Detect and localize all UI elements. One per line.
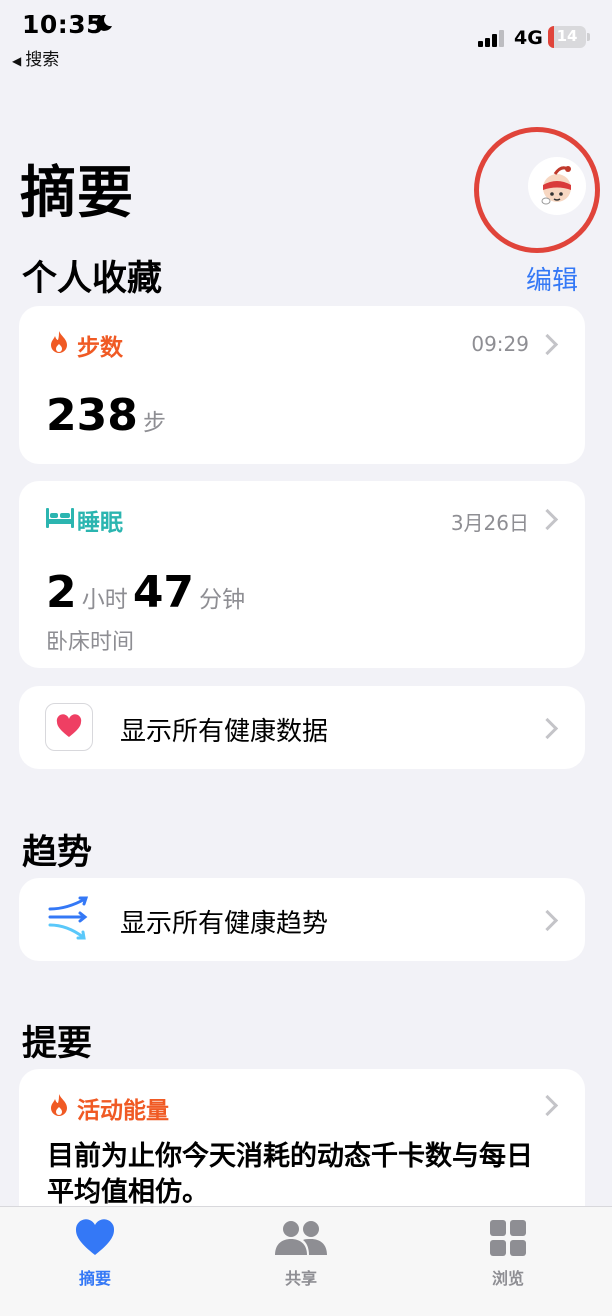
heart-fill-icon — [75, 1219, 115, 1255]
trends-section-title: 趋势 — [22, 833, 93, 873]
do-not-disturb-moon-icon — [96, 14, 112, 31]
heart-icon — [56, 714, 82, 737]
battery-percent: 14 — [556, 27, 578, 45]
profile-avatar[interactable] — [528, 157, 586, 215]
show-all-health-trends-row[interactable]: 显示所有健康趋势 — [19, 878, 585, 961]
chevron-right-icon — [536, 333, 559, 356]
chevron-right-icon — [536, 1094, 559, 1117]
battery-cap — [587, 33, 590, 41]
sleep-minutes: 47 — [132, 567, 195, 618]
show-all-health-data-label: 显示所有健康数据 — [120, 717, 329, 747]
activity-energy-label: 活动能量 — [77, 1098, 169, 1124]
favorites-section-title: 个人收藏 — [22, 259, 163, 299]
people-icon — [275, 1221, 327, 1255]
tab-browse[interactable]: 浏览 — [448, 1219, 568, 1289]
flame-icon — [51, 1094, 67, 1116]
trends-arrows-icon — [48, 896, 89, 940]
activity-energy-summary: 目前为止你今天消耗的动态千卡数与每日平均值相仿。 — [47, 1141, 533, 1208]
sleep-hours-unit: 小时 — [81, 587, 128, 613]
chevron-right-icon — [536, 508, 559, 531]
steps-unit: 步 — [142, 410, 166, 436]
network-type: 4G — [514, 27, 543, 49]
highlights-section-title: 提要 — [22, 1024, 93, 1064]
steps-card[interactable]: 步数 09:29 238 步 — [19, 306, 585, 464]
flame-icon — [51, 331, 67, 353]
avatar-character-icon — [541, 166, 571, 205]
grid-icon — [490, 1220, 526, 1256]
tab-summary-label: 摘要 — [78, 1269, 111, 1288]
steps-label: 步数 — [77, 335, 123, 361]
steps-value-row: 238 步 — [46, 390, 166, 441]
sleep-hours: 2 — [46, 567, 77, 618]
bed-icon — [46, 508, 74, 528]
page-title: 摘要 — [20, 161, 134, 226]
edit-button[interactable]: 编辑 — [526, 260, 578, 297]
chevron-right-icon — [536, 717, 559, 740]
sleep-card[interactable]: 睡眠 3月26日 2 小时 47 分钟 卧床时间 — [19, 481, 585, 668]
tab-browse-label: 浏览 — [491, 1269, 524, 1288]
battery-icon: 14 — [548, 26, 586, 48]
chevron-right-icon — [536, 909, 559, 932]
back-to-search-link[interactable]: ◀ 搜索 — [12, 45, 59, 70]
tab-sharing-label: 共享 — [284, 1269, 317, 1288]
tab-summary[interactable]: 摘要 — [35, 1219, 155, 1289]
sleep-caption: 卧床时间 — [46, 630, 135, 655]
back-label: 搜索 — [25, 50, 60, 70]
status-time: 10:35 — [22, 10, 105, 39]
health-app-icon — [45, 703, 93, 751]
steps-value: 238 — [46, 390, 138, 441]
tab-sharing[interactable]: 共享 — [241, 1219, 361, 1289]
back-triangle-icon: ◀ — [12, 54, 22, 68]
tab-bar: 摘要 共享 浏览 — [0, 1206, 612, 1316]
cellular-signal-icon — [478, 30, 504, 47]
show-all-health-trends-label: 显示所有健康趋势 — [120, 909, 329, 939]
sleep-label: 睡眠 — [77, 510, 123, 536]
show-all-health-data-row[interactable]: 显示所有健康数据 — [19, 686, 585, 769]
sleep-date: 3月26日 — [450, 511, 529, 535]
sleep-value-row: 2 小时 47 分钟 — [46, 567, 245, 618]
sleep-minutes-unit: 分钟 — [199, 587, 246, 613]
steps-time: 09:29 — [471, 332, 529, 356]
